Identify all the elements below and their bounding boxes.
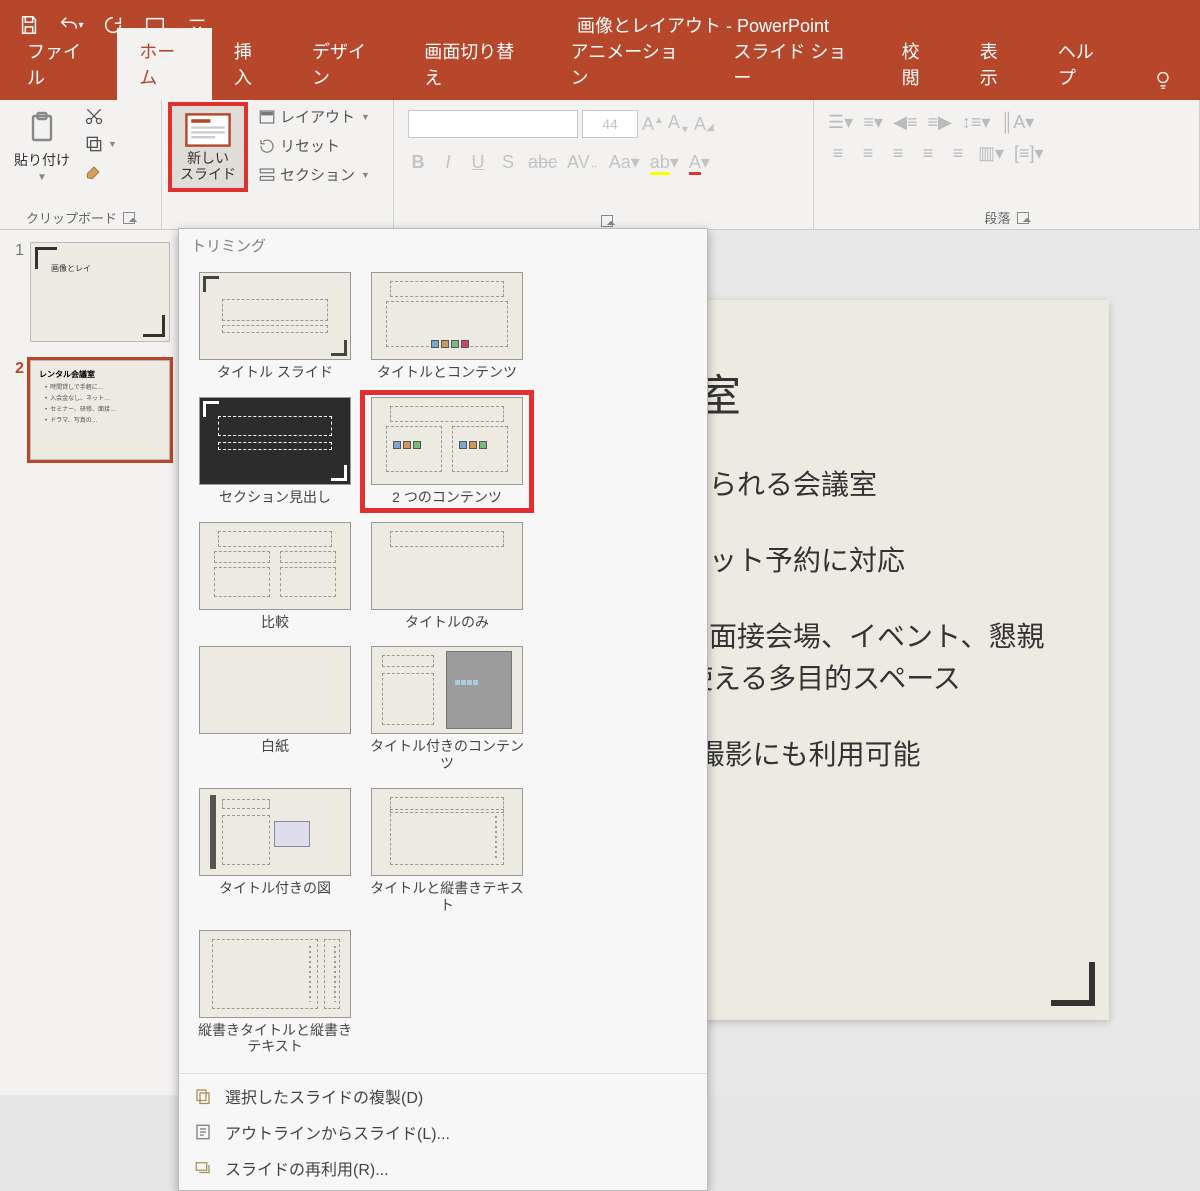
copy-button[interactable]: ▼ xyxy=(80,132,121,156)
ribbon-tabs: ファイル ホーム 挿入 デザイン 画面切り替え アニメーション スライド ショー… xyxy=(0,50,1200,100)
clear-formatting-icon[interactable]: A◢ xyxy=(694,114,714,135)
align-text-button[interactable]: [≡]▾ xyxy=(1014,143,1044,164)
layout-vertical-title-text[interactable]: 縦書きタイトルと縦書きテキスト xyxy=(191,926,359,1060)
highlight-color-button[interactable]: ab▾ xyxy=(650,152,679,173)
italic-button[interactable]: I xyxy=(438,152,458,173)
increase-indent-button[interactable]: ≡▶ xyxy=(928,112,952,133)
reuse-slides-item[interactable]: スライドの再利用(R)... xyxy=(179,1150,707,1186)
layout-content-with-caption[interactable]: タイトル付きのコンテンツ xyxy=(363,642,531,776)
tab-animation[interactable]: アニメーション xyxy=(549,28,712,100)
clipboard-launcher-icon[interactable] xyxy=(123,212,135,224)
duplicate-icon xyxy=(193,1086,213,1106)
paste-button[interactable]: 貼り付け ▼ xyxy=(8,104,76,187)
new-slide-icon xyxy=(183,112,233,148)
align-center-button[interactable]: ≡ xyxy=(858,143,878,164)
underline-button[interactable]: U xyxy=(468,152,488,173)
font-color-button[interactable]: A▾ xyxy=(689,152,710,173)
paste-label: 貼り付け xyxy=(14,150,70,170)
layout-title-only[interactable]: タイトルのみ xyxy=(363,518,531,635)
cut-button[interactable] xyxy=(80,104,121,128)
clipboard-icon xyxy=(22,108,62,148)
tab-insert[interactable]: 挿入 xyxy=(212,28,290,100)
new-slide-label: 新しい スライド xyxy=(180,150,236,182)
slide-thumb-1[interactable]: 画像とレイ xyxy=(30,242,170,342)
reset-button[interactable]: リセット xyxy=(254,133,374,158)
layout-picture-with-caption[interactable]: タイトル付きの図 xyxy=(191,784,359,918)
bold-button[interactable]: B xyxy=(408,152,428,173)
paragraph-launcher-icon[interactable] xyxy=(1017,212,1029,224)
char-spacing-button[interactable]: AV↔ xyxy=(567,152,599,173)
justify-button[interactable]: ≡ xyxy=(918,143,938,164)
gallery-footer: 選択したスライドの複製(D) アウトラインからスライド(L)... スライドの再… xyxy=(179,1073,707,1190)
tab-transition[interactable]: 画面切り替え xyxy=(402,28,548,100)
new-slide-gallery: トリミング タイトル スライド タイトルとコンテンツ セクション見出し xyxy=(178,228,708,1191)
align-left-button[interactable]: ≡ xyxy=(828,143,848,164)
group-clipboard: 貼り付け ▼ ▼ クリップボード xyxy=(0,100,162,229)
group-font: 44 A▲ A▼ A◢ B I U S abc AV↔ Aa▾ ab▾ A▾ xyxy=(394,100,814,229)
bullets-button[interactable]: ☰▾ xyxy=(828,112,853,133)
tab-review[interactable]: 校閲 xyxy=(880,28,958,100)
layout-title-vertical-text[interactable]: タイトルと縦書きテキスト xyxy=(363,784,531,918)
slide-thumbnails-panel: 1 画像とレイ 2 レンタル会議室 時間貸しで手軽に… 入会金なし、ネット… セ… xyxy=(0,230,185,1095)
new-slide-button[interactable]: 新しい スライド xyxy=(170,104,246,190)
slide-thumb-2[interactable]: レンタル会議室 時間貸しで手軽に… 入会金なし、ネット… セミナー、研修、面接…… xyxy=(30,360,170,460)
tab-slideshow[interactable]: スライド ショー xyxy=(711,28,879,100)
paragraph-group-label: 段落 xyxy=(984,208,1010,227)
strike-button[interactable]: abc xyxy=(528,152,557,173)
tab-view[interactable]: 表示 xyxy=(958,28,1036,100)
distribute-button[interactable]: ≡ xyxy=(948,143,968,164)
layout-blank[interactable]: 白紙 xyxy=(191,642,359,776)
columns-button[interactable]: ▥▾ xyxy=(978,143,1004,164)
reuse-icon xyxy=(193,1158,213,1178)
font-size-combo[interactable]: 44 xyxy=(582,110,638,138)
layout-comparison[interactable]: 比較 xyxy=(191,518,359,635)
tab-design[interactable]: デザイン xyxy=(290,28,402,100)
change-case-button[interactable]: Aa▾ xyxy=(609,152,640,173)
section-button[interactable]: セクション▼ xyxy=(254,162,374,187)
layout-two-content[interactable]: 2 つのコンテンツ xyxy=(363,393,531,510)
thumb-num-2: 2 xyxy=(8,360,24,460)
font-family-combo[interactable] xyxy=(408,110,578,138)
ribbon: 貼り付け ▼ ▼ クリップボード 新しい スライド レイアウト▼ リセット セク… xyxy=(0,100,1200,230)
layout-section-header[interactable]: セクション見出し xyxy=(191,393,359,510)
increase-font-icon[interactable]: A▲ xyxy=(642,114,664,135)
text-direction-button[interactable]: ║A▾ xyxy=(1000,112,1034,133)
tell-me-icon[interactable] xyxy=(1131,60,1195,100)
group-slides: 新しい スライド レイアウト▼ リセット セクション▼ _ xyxy=(162,100,394,229)
format-painter-button[interactable] xyxy=(80,160,121,184)
gallery-theme-name: トリミング xyxy=(179,229,707,260)
layout-button[interactable]: レイアウト▼ xyxy=(254,104,374,129)
decrease-font-icon[interactable]: A▼ xyxy=(668,112,690,136)
group-paragraph: ☰▾ ≡▾ ◀≡ ≡▶ ↕≡▾ ║A▾ ≡ ≡ ≡ ≡ ≡ ▥▾ [≡]▾ 段落 xyxy=(814,100,1200,229)
decrease-indent-button[interactable]: ◀≡ xyxy=(893,112,917,133)
tab-file[interactable]: ファイル xyxy=(5,28,117,100)
slides-from-outline-item[interactable]: アウトラインからスライド(L)... xyxy=(179,1114,707,1150)
tab-home[interactable]: ホーム xyxy=(117,28,212,100)
layout-title-content[interactable]: タイトルとコンテンツ xyxy=(363,268,531,385)
group-clipboard-label: クリップボード xyxy=(8,206,153,227)
font-launcher-icon[interactable] xyxy=(601,215,613,227)
outline-icon xyxy=(193,1122,213,1142)
line-spacing-button[interactable]: ↕≡▾ xyxy=(962,112,991,133)
duplicate-slides-item[interactable]: 選択したスライドの複製(D) xyxy=(179,1078,707,1114)
numbering-button[interactable]: ≡▾ xyxy=(863,112,883,133)
layout-title-slide[interactable]: タイトル スライド xyxy=(191,268,359,385)
tab-help[interactable]: ヘルプ xyxy=(1036,28,1131,100)
align-right-button[interactable]: ≡ xyxy=(888,143,908,164)
thumb-num-1: 1 xyxy=(8,242,24,342)
shadow-button[interactable]: S xyxy=(498,152,518,173)
